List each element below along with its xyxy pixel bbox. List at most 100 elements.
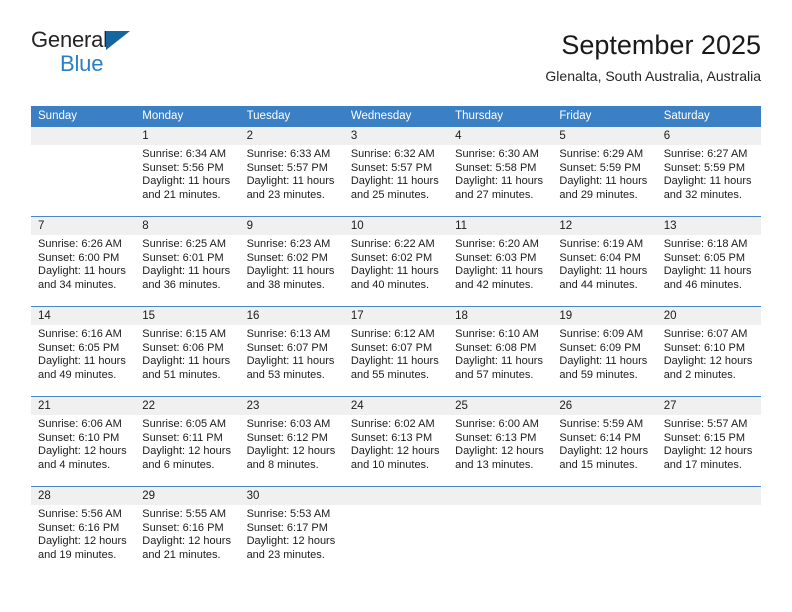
- day-info-line: Daylight: 11 hours: [38, 355, 126, 367]
- day-cell[interactable]: Sunrise: 6:30 AM Sunset: 5:58 PM Daylight:…: [448, 145, 552, 216]
- day-info-line: Daylight: 12 hours: [559, 445, 649, 457]
- day-cell[interactable]: Sunrise: 6:25 AM Sunset: 6:01 PM Daylight:…: [135, 235, 239, 306]
- day-number[interactable]: 22: [135, 397, 239, 415]
- day-cell[interactable]: Sunrise: 6:06 AM Sunset: 6:10 PM Daylight:…: [31, 415, 135, 486]
- weekday-header-sunday: Sunday: [38, 110, 78, 122]
- day-number-empty: [448, 487, 552, 505]
- day-cell[interactable]: Sunrise: 5:53 AM Sunset: 6:17 PM Daylight:…: [240, 505, 344, 576]
- day-number[interactable]: 16: [240, 307, 344, 325]
- day-cell[interactable]: Sunrise: 6:23 AM Sunset: 6:02 PM Daylight:…: [240, 235, 344, 306]
- day-number[interactable]: 23: [240, 397, 344, 415]
- day-cell[interactable]: Sunrise: 6:03 AM Sunset: 6:12 PM Daylight:…: [240, 415, 344, 486]
- day-number[interactable]: 13: [657, 217, 761, 235]
- day-cell[interactable]: Sunrise: 6:16 AM Sunset: 6:05 PM Daylight:…: [31, 325, 135, 396]
- day-number[interactable]: 3: [344, 127, 448, 145]
- day-number[interactable]: 9: [240, 217, 344, 235]
- day-number[interactable]: 24: [344, 397, 448, 415]
- day-cell[interactable]: Sunrise: 5:56 AM Sunset: 6:16 PM Daylight:…: [31, 505, 135, 576]
- day-cell[interactable]: Sunrise: 6:27 AM Sunset: 5:59 PM Daylight:…: [657, 145, 761, 216]
- day-cell[interactable]: Sunrise: 6:02 AM Sunset: 6:13 PM Daylight:…: [344, 415, 448, 486]
- day-info-line: Sunset: 5:56 PM: [142, 161, 224, 174]
- day-detail-band: Sunrise: 6:06 AM Sunset: 6:10 PM Daylight:…: [31, 415, 761, 486]
- day-cell[interactable]: Sunrise: 6:00 AM Sunset: 6:13 PM Daylight:…: [448, 415, 552, 486]
- brand-name-blue: Blue: [60, 51, 104, 76]
- day-cell[interactable]: Sunrise: 6:12 AM Sunset: 6:07 PM Daylight:…: [344, 325, 448, 396]
- day-number[interactable]: 30: [240, 487, 344, 505]
- day-number[interactable]: 8: [135, 217, 239, 235]
- day-info-line: Sunrise: 6:02 AM: [350, 418, 435, 430]
- day-number[interactable]: 28: [31, 487, 135, 505]
- day-cell[interactable]: Sunrise: 6:22 AM Sunset: 6:02 PM Daylight:…: [344, 235, 448, 306]
- day-info-line: Daylight: 12 hours: [455, 445, 544, 457]
- day-number-empty: [344, 487, 448, 505]
- day-number[interactable]: 10: [344, 217, 448, 235]
- day-number[interactable]: 27: [657, 397, 761, 415]
- day-number[interactable]: 18: [448, 307, 552, 325]
- page-subtitle: Glenalta, South Australia, Australia: [545, 68, 761, 84]
- day-info-line: and 29 minutes.: [559, 188, 638, 201]
- day-info-line: Sunrise: 6:05 AM: [142, 418, 227, 430]
- day-info-line: Sunset: 6:02 PM: [350, 251, 433, 264]
- day-number[interactable]: 21: [31, 397, 135, 415]
- day-cell[interactable]: Sunrise: 6:05 AM Sunset: 6:11 PM Daylight:…: [135, 415, 239, 486]
- day-number[interactable]: 11: [448, 217, 552, 235]
- day-info-line: Sunrise: 5:57 AM: [663, 418, 748, 430]
- day-cell[interactable]: Sunrise: 6:32 AM Sunset: 5:57 PM Daylight:…: [344, 145, 448, 216]
- day-info-line: and 59 minutes.: [559, 368, 638, 381]
- calendar-page: General Blue September 2025 Glenalta, So…: [0, 0, 792, 612]
- day-number[interactable]: 4: [448, 127, 552, 145]
- day-number[interactable]: 25: [448, 397, 552, 415]
- weekday-header-row: Sunday Monday Tuesday Wednesday Thursday Frid…: [31, 106, 761, 127]
- day-cell[interactable]: Sunrise: 6:07 AM Sunset: 6:10 PM Daylight:…: [657, 325, 761, 396]
- day-number[interactable]: 2: [240, 127, 344, 145]
- day-info-line: Daylight: 12 hours: [663, 355, 753, 367]
- day-number[interactable]: 29: [135, 487, 239, 505]
- day-cell[interactable]: Sunrise: 5:55 AM Sunset: 6:16 PM Daylight:…: [135, 505, 239, 576]
- day-info-line: and 6 minutes.: [142, 458, 215, 471]
- day-cell[interactable]: Sunrise: 6:18 AM Sunset: 6:05 PM Daylight:…: [657, 235, 761, 306]
- day-cell[interactable]: Sunrise: 6:29 AM Sunset: 5:59 PM Daylight:…: [552, 145, 656, 216]
- day-info-line: Sunrise: 6:20 AM: [455, 238, 539, 250]
- calendar-week-row: 14 15 16 17 18 19 20 Sunrise: 6:16 AM Sunset: 6:…: [31, 306, 761, 396]
- weekday-header-monday: Monday: [142, 110, 184, 122]
- day-number[interactable]: 19: [552, 307, 656, 325]
- day-cell[interactable]: Sunrise: 6:10 AM Sunset: 6:08 PM Daylight:…: [448, 325, 552, 396]
- day-info-line: Daylight: 11 hours: [142, 355, 231, 367]
- day-number[interactable]: 20: [657, 307, 761, 325]
- day-info-line: Daylight: 11 hours: [246, 355, 335, 367]
- brand-logo[interactable]: General Blue: [31, 28, 231, 92]
- day-cell[interactable]: Sunrise: 6:19 AM Sunset: 6:04 PM Daylight:…: [552, 235, 656, 306]
- day-info-line: Sunrise: 6:16 AM: [38, 328, 122, 340]
- day-cell[interactable]: Sunrise: 6:33 AM Sunset: 5:57 PM Daylight:…: [240, 145, 344, 216]
- day-number-band: 7 8 9 10 11 12 13: [31, 217, 761, 235]
- day-number-empty: [31, 127, 135, 145]
- day-cell[interactable]: Sunrise: 5:57 AM Sunset: 6:15 PM Daylight:…: [657, 415, 761, 486]
- day-info-line: and 23 minutes.: [246, 188, 325, 201]
- day-number[interactable]: 1: [135, 127, 239, 145]
- day-info-line: Sunrise: 5:53 AM: [246, 508, 331, 520]
- day-info-line: Daylight: 12 hours: [142, 445, 231, 457]
- day-number-empty: [657, 487, 761, 505]
- day-number[interactable]: 5: [552, 127, 656, 145]
- day-number[interactable]: 6: [657, 127, 761, 145]
- day-number[interactable]: 14: [31, 307, 135, 325]
- day-cell[interactable]: Sunrise: 5:59 AM Sunset: 6:14 PM Daylight:…: [552, 415, 656, 486]
- day-number[interactable]: 15: [135, 307, 239, 325]
- day-info-line: and 2 minutes.: [663, 368, 736, 381]
- day-info-line: Daylight: 11 hours: [350, 265, 439, 277]
- day-cell[interactable]: Sunrise: 6:13 AM Sunset: 6:07 PM Daylight:…: [240, 325, 344, 396]
- day-cell[interactable]: Sunrise: 6:09 AM Sunset: 6:09 PM Daylight:…: [552, 325, 656, 396]
- day-number[interactable]: 7: [31, 217, 135, 235]
- brand-name-general: General: [31, 27, 108, 52]
- day-number[interactable]: 26: [552, 397, 656, 415]
- day-cell[interactable]: Sunrise: 6:15 AM Sunset: 6:06 PM Daylight:…: [135, 325, 239, 396]
- day-info-line: Sunrise: 6:10 AM: [455, 328, 539, 340]
- day-cell[interactable]: Sunrise: 6:26 AM Sunset: 6:00 PM Daylight:…: [31, 235, 135, 306]
- day-cell[interactable]: Sunrise: 6:20 AM Sunset: 6:03 PM Daylight:…: [448, 235, 552, 306]
- calendar-week-row: 28 29 30 Sunrise: 5:56 AM Sunset: 6:16 PM Day…: [31, 486, 761, 576]
- day-info-line: Sunset: 5:59 PM: [663, 161, 746, 174]
- day-number[interactable]: 12: [552, 217, 656, 235]
- day-number[interactable]: 17: [344, 307, 448, 325]
- weekday-header-tuesday: Tuesday: [246, 110, 291, 122]
- day-cell[interactable]: Sunrise: 6:34 AM Sunset: 5:56 PM Daylight:…: [135, 145, 239, 216]
